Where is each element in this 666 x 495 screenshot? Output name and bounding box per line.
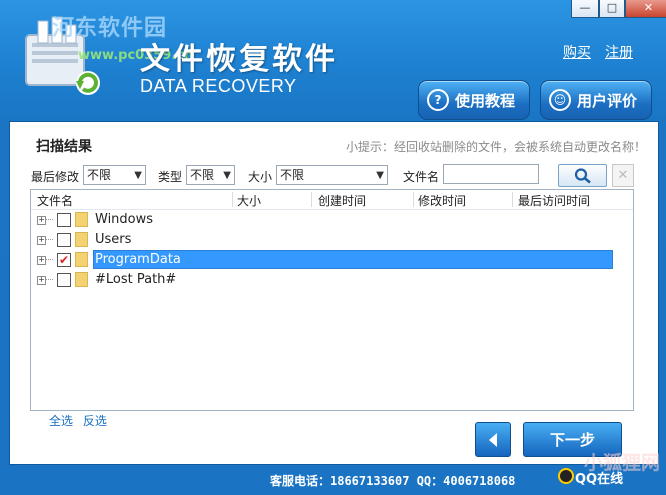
folder-icon <box>75 252 88 267</box>
tree-row[interactable]: + Users <box>31 230 613 250</box>
selection-links: 全选 反选 <box>49 412 113 429</box>
invert-selection-link[interactable]: 反选 <box>83 414 107 428</box>
file-tree: 文件名 大小 创建时间 修改时间 最后访问时间 + Windows + User… <box>30 189 634 411</box>
tutorial-button[interactable]: ? 使用教程 <box>418 80 530 120</box>
search-icon <box>574 167 591 184</box>
filename-input[interactable] <box>443 164 539 184</box>
size-value: 不限 <box>280 168 305 182</box>
back-button[interactable] <box>475 422 511 457</box>
qq-icon <box>558 468 574 484</box>
hint-text: 小提示：经回收站删除的文件，会被系统自动更改名称！ <box>345 140 646 154</box>
last-modified-value: 不限 <box>87 168 112 182</box>
chat-icon: ☺ <box>549 89 571 111</box>
row-label: ProgramData <box>95 252 181 267</box>
triangle-left-icon <box>489 432 497 447</box>
row-checkbox-checked[interactable]: ✔ <box>57 253 71 267</box>
clear-button[interactable]: ✕ <box>612 164 634 187</box>
column-header[interactable]: 修改时间 <box>418 192 466 209</box>
tree-row[interactable]: + #Lost Path# <box>31 270 613 290</box>
table-header: 文件名 大小 创建时间 修改时间 最后访问时间 <box>31 190 633 210</box>
tree-row[interactable]: + Windows <box>31 210 613 230</box>
row-checkbox[interactable] <box>57 233 71 247</box>
row-label: Windows <box>95 212 154 227</box>
qq-online-link[interactable]: QQ在线 <box>575 468 623 487</box>
row-checkbox[interactable] <box>57 273 71 287</box>
expand-icon[interactable]: + <box>37 216 46 225</box>
close-icon: ✕ <box>617 168 629 183</box>
type-label: 类型 <box>158 170 183 184</box>
expand-icon[interactable]: + <box>37 236 46 245</box>
maximize-button[interactable]: □ <box>599 0 625 18</box>
size-select[interactable]: 不限 ▼ <box>276 165 388 185</box>
results-panel: 扫描结果 小提示：经回收站删除的文件，会被系统自动更改名称！ 最后修改 不限 ▼… <box>9 121 659 465</box>
expand-icon[interactable]: + <box>37 256 46 265</box>
tutorial-button-label: 使用教程 <box>455 91 516 110</box>
tree-row-selected[interactable]: + ✔ ProgramData <box>31 250 613 270</box>
app-window: — □ ✕ 河东软件园 www.pc0359.cn 文件恢复软件 DATA RE… <box>0 0 666 495</box>
folder-icon <box>75 212 88 227</box>
last-modified-select[interactable]: 不限 ▼ <box>83 165 146 185</box>
row-label: #Lost Path# <box>95 272 177 287</box>
next-button-label: 下一步 <box>549 431 595 449</box>
row-label: Users <box>95 232 132 247</box>
folder-icon <box>75 232 88 247</box>
panel-title: 扫描结果 <box>36 139 92 155</box>
search-button[interactable] <box>558 164 607 187</box>
last-modified-label: 最后修改 <box>31 170 80 184</box>
tree-connector <box>46 239 53 240</box>
chevron-down-icon: ▼ <box>134 170 142 181</box>
chevron-down-icon: ▼ <box>223 170 231 181</box>
type-value: 不限 <box>190 168 215 182</box>
column-divider[interactable] <box>512 192 513 207</box>
app-subtitle: DATA RECOVERY <box>140 76 297 96</box>
tree-connector <box>46 219 53 220</box>
question-icon: ? <box>427 89 449 111</box>
service-info: 客服电话：18667133607 QQ：4006718068 <box>270 474 516 488</box>
expand-icon[interactable]: + <box>37 276 46 285</box>
select-all-link[interactable]: 全选 <box>49 414 73 428</box>
column-divider[interactable] <box>232 192 233 207</box>
minimize-button[interactable]: — <box>571 0 599 18</box>
column-divider[interactable] <box>413 192 414 207</box>
size-label: 大小 <box>248 170 273 184</box>
column-divider[interactable] <box>311 192 312 207</box>
row-checkbox[interactable] <box>57 213 71 227</box>
close-button[interactable]: ✕ <box>625 0 666 18</box>
type-select[interactable]: 不限 ▼ <box>186 165 235 185</box>
chevron-down-icon: ▼ <box>376 170 384 181</box>
column-header[interactable]: 创建时间 <box>318 192 366 209</box>
filename-label: 文件名 <box>403 170 440 184</box>
tree-connector <box>46 259 53 260</box>
window-controls: — □ ✕ <box>571 0 666 18</box>
feedback-button-label: 用户评价 <box>577 91 638 110</box>
column-header[interactable]: 大小 <box>237 192 261 209</box>
column-header[interactable]: 文件名 <box>37 192 73 209</box>
feedback-button[interactable]: ☺ 用户评价 <box>540 80 652 120</box>
folder-icon <box>75 272 88 287</box>
column-header[interactable]: 最后访问时间 <box>518 192 590 209</box>
tree-connector <box>46 279 53 280</box>
app-title: 文件恢复软件 <box>140 42 338 77</box>
buy-link[interactable]: 购买 <box>563 42 591 62</box>
register-link[interactable]: 注册 <box>605 42 633 62</box>
